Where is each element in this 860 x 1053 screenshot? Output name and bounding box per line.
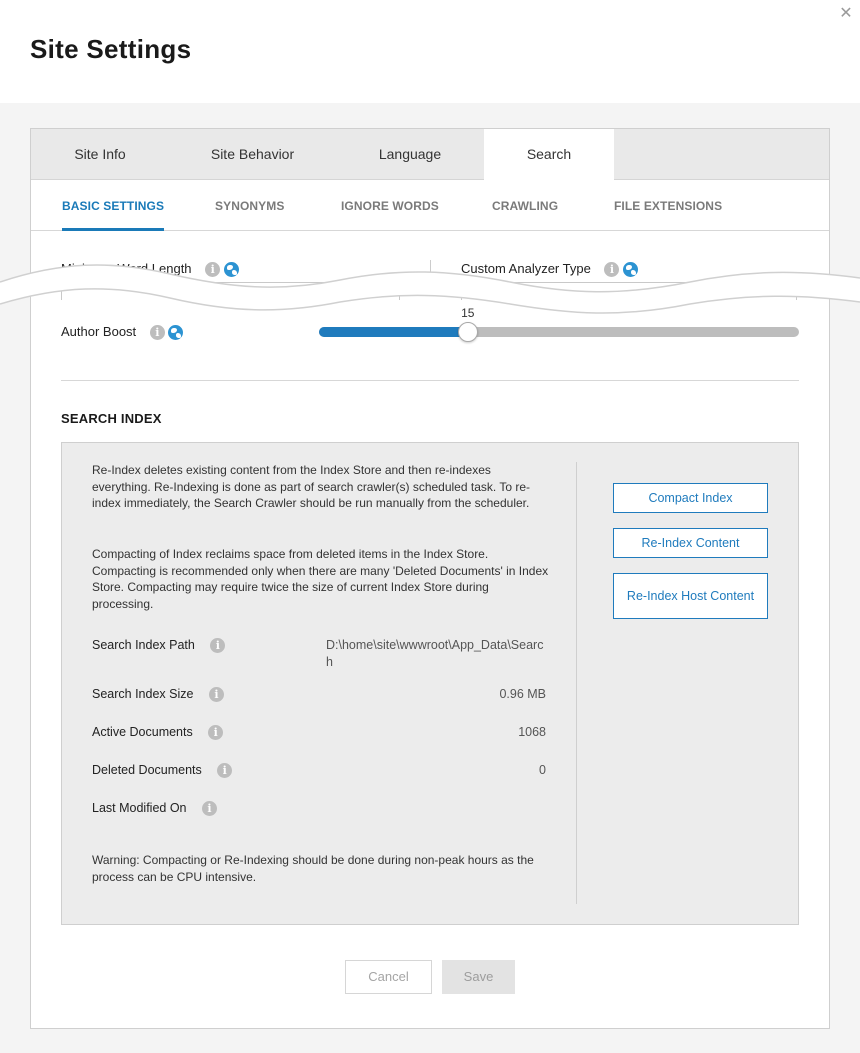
info-icon[interactable]: i <box>210 638 226 654</box>
tab-search[interactable]: Search <box>484 129 614 181</box>
info-icon[interactable]: i <box>208 687 224 703</box>
section-divider <box>61 380 799 381</box>
path-label-text: Search Index Path <box>92 638 195 652</box>
cancel-button[interactable]: Cancel <box>345 960 432 994</box>
subtab-file-extensions[interactable]: FILE EXTENSIONS <box>614 181 722 231</box>
tab-site-info[interactable]: Site Info <box>31 129 169 180</box>
size-label-text: Search Index Size <box>92 687 194 701</box>
torn-edge <box>0 264 860 314</box>
search-index-size-value: 0.96 MB <box>499 687 546 701</box>
reindex-description: Re-Index deletes existing content from t… <box>92 463 530 510</box>
info-icon[interactable]: i <box>208 725 224 741</box>
search-index-size-label: Search Index Size i <box>92 687 224 703</box>
subtab-basic-settings[interactable]: BASIC SETTINGS <box>62 181 165 231</box>
slider-fill <box>319 327 468 337</box>
close-icon[interactable]: ✕ <box>838 6 854 22</box>
tab-site-behavior[interactable]: Site Behavior <box>185 129 320 180</box>
subtab-synonyms[interactable]: SYNONYMS <box>215 181 284 231</box>
active-documents-label: Active Documents i <box>92 725 224 741</box>
page-title: Site Settings <box>30 34 192 64</box>
deleted-label-text: Deleted Documents <box>92 763 202 777</box>
info-icon[interactable]: i <box>201 801 217 817</box>
search-index-path-value: D:\home\site\wwwroot\App_Data\Search <box>326 638 544 669</box>
active-documents-value: 1068 <box>518 725 546 739</box>
author-boost-value: 15 <box>461 306 475 320</box>
globe-icon[interactable] <box>168 325 184 341</box>
search-index-path-label: Search Index Path i <box>92 638 226 654</box>
save-button[interactable]: Save <box>442 960 515 994</box>
warning-text: Warning: Compacting or Re-Indexing shoul… <box>92 853 534 884</box>
modified-label-text: Last Modified On <box>92 801 187 815</box>
author-boost-text: Author Boost <box>61 324 137 339</box>
last-modified-label: Last Modified On i <box>92 801 217 817</box>
compact-description: Compacting of Index reclaims space from … <box>92 547 549 611</box>
active-label-text: Active Documents <box>92 725 193 739</box>
info-icon[interactable]: i <box>149 325 165 341</box>
reindex-content-button[interactable]: Re-Index Content <box>613 528 768 558</box>
slider-handle[interactable] <box>457 322 478 342</box>
info-icon[interactable]: i <box>217 763 233 779</box>
author-boost-label: Author Boost i <box>61 324 184 341</box>
subtab-ignore-words[interactable]: IGNORE WORDS <box>341 181 439 231</box>
search-index-title: SEARCH INDEX <box>61 411 162 426</box>
panel-divider <box>576 462 577 904</box>
author-boost-slider[interactable] <box>319 327 799 337</box>
deleted-documents-label: Deleted Documents i <box>92 763 233 779</box>
main-tabs: Site Info Site Behavior Language Search <box>31 129 829 181</box>
reindex-host-content-button[interactable]: Re-Index Host Content <box>613 573 768 619</box>
deleted-documents-value: 0 <box>539 763 546 777</box>
tab-language[interactable]: Language <box>343 129 477 180</box>
compact-index-button[interactable]: Compact Index <box>613 483 768 513</box>
subtab-crawling[interactable]: CRAWLING <box>492 181 558 231</box>
sub-tabs: BASIC SETTINGS SYNONYMS IGNORE WORDS CRA… <box>31 181 829 231</box>
